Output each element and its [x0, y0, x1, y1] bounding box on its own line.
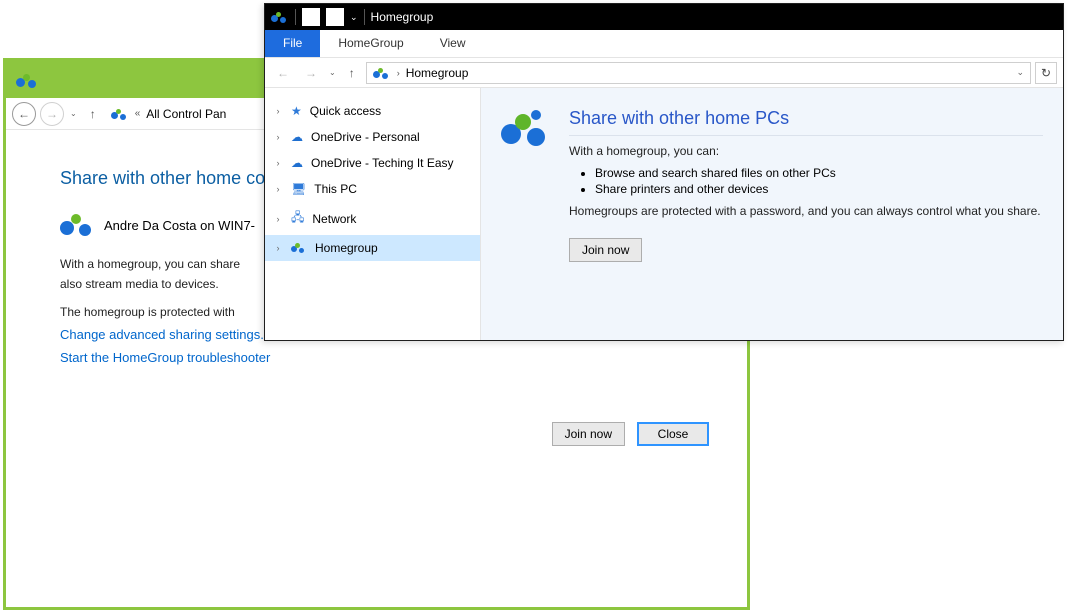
refresh-button[interactable]: ↻ [1035, 62, 1057, 84]
back-button[interactable]: ← [271, 61, 295, 85]
join-now-button[interactable]: Join now [552, 422, 625, 446]
sidebar-item-this-pc[interactable]: › 🖥 This PC [265, 176, 480, 202]
homegroup-icon [291, 242, 307, 254]
qat-dropdown-icon[interactable]: ⌄ [350, 12, 358, 23]
qat-properties-icon[interactable] [302, 8, 320, 26]
tab-view[interactable]: View [422, 30, 484, 57]
window-title: Homegroup [371, 10, 434, 24]
sidebar-item-label: OneDrive - Teching It Easy [311, 156, 454, 170]
homegroup-icon [373, 66, 391, 80]
monitor-icon: 🖥 [291, 182, 306, 196]
sidebar-item-quick-access[interactable]: › ★ Quick access [265, 98, 480, 124]
breadcrumb-label: All Control Pan [146, 107, 226, 121]
up-button[interactable]: ↑ [342, 63, 362, 83]
button-row: Join now Close [552, 422, 709, 446]
address-bar-row: ← → ⌄ ↑ › Homegroup ⌄ ↻ [265, 58, 1063, 88]
join-now-button[interactable]: Join now [569, 238, 642, 262]
expand-icon[interactable]: › [273, 243, 283, 253]
forward-button[interactable]: → [40, 102, 64, 126]
homegroup-large-icon [501, 108, 547, 154]
tab-homegroup[interactable]: HomeGroup [320, 30, 421, 57]
feature-list: Browse and search shared files on other … [595, 166, 1043, 196]
sidebar-item-onedrive-teching[interactable]: › ☁ OneDrive - Teching It Easy [265, 150, 480, 176]
homegroup-icon [16, 71, 38, 89]
sidebar-item-label: OneDrive - Personal [311, 130, 420, 144]
sidebar-item-homegroup[interactable]: › Homegroup [265, 235, 480, 261]
cloud-icon: ☁ [291, 156, 303, 170]
forward-button[interactable]: → [299, 61, 323, 85]
cloud-icon: ☁ [291, 130, 303, 144]
separator-icon [364, 9, 365, 25]
address-bar[interactable]: › Homegroup ⌄ [366, 62, 1031, 84]
list-item: Browse and search shared files on other … [595, 166, 1043, 180]
star-icon: ★ [291, 104, 302, 118]
sidebar-item-label: Network [312, 212, 356, 226]
expand-icon[interactable]: › [273, 132, 283, 142]
window-titlebar[interactable]: ⌄ Homegroup [265, 4, 1063, 30]
chevron-down-icon[interactable]: ⌄ [1016, 67, 1024, 78]
close-button[interactable]: Close [637, 422, 709, 446]
expand-icon[interactable]: › [273, 214, 283, 224]
ribbon-tabs: File HomeGroup View [265, 30, 1063, 58]
expand-icon[interactable]: › [273, 184, 283, 194]
separator-icon [295, 9, 296, 25]
explorer-homegroup-window: ⌄ Homegroup File HomeGroup View ← → ⌄ ↑ … [264, 3, 1064, 341]
navigation-pane: › ★ Quick access › ☁ OneDrive - Personal… [265, 88, 481, 340]
protection-text: Homegroups are protected with a password… [569, 204, 1043, 218]
expand-icon[interactable]: › [273, 106, 283, 116]
tab-file[interactable]: File [265, 30, 320, 57]
main-heading: Share with other home PCs [569, 108, 1043, 136]
expand-icon[interactable]: › [273, 158, 283, 168]
network-icon: 🖧 [291, 208, 304, 229]
sidebar-item-label: Homegroup [315, 241, 378, 255]
sidebar-item-label: This PC [314, 182, 357, 196]
explorer-body: › ★ Quick access › ☁ OneDrive - Personal… [265, 88, 1063, 340]
chevron-left-icon: « [135, 108, 141, 119]
homegroup-people-icon [60, 211, 94, 239]
qat-newfolder-icon[interactable] [326, 8, 344, 26]
up-button[interactable]: ↑ [83, 104, 103, 124]
back-button[interactable]: ← [12, 102, 36, 126]
homegroup-icon [271, 10, 289, 24]
sidebar-item-network[interactable]: › 🖧 Network [265, 202, 480, 235]
intro-text: With a homegroup, you can: [569, 144, 1043, 158]
main-pane: Share with other home PCs With a homegro… [481, 88, 1063, 340]
list-item: Share printers and other devices [595, 182, 1043, 196]
creator-text: Andre Da Costa on WIN7- [104, 218, 255, 233]
recent-locations-dropdown[interactable]: ⌄ [327, 68, 338, 77]
recent-locations-dropdown[interactable]: ⌄ [68, 109, 79, 118]
troubleshooter-link[interactable]: Start the HomeGroup troubleshooter [60, 350, 747, 365]
address-text: Homegroup [406, 66, 469, 80]
sidebar-item-label: Quick access [310, 104, 381, 118]
chevron-right-icon: › [397, 68, 400, 78]
breadcrumb[interactable]: « All Control Pan [111, 107, 227, 121]
homegroup-icon [111, 107, 129, 121]
sidebar-item-onedrive-personal[interactable]: › ☁ OneDrive - Personal [265, 124, 480, 150]
